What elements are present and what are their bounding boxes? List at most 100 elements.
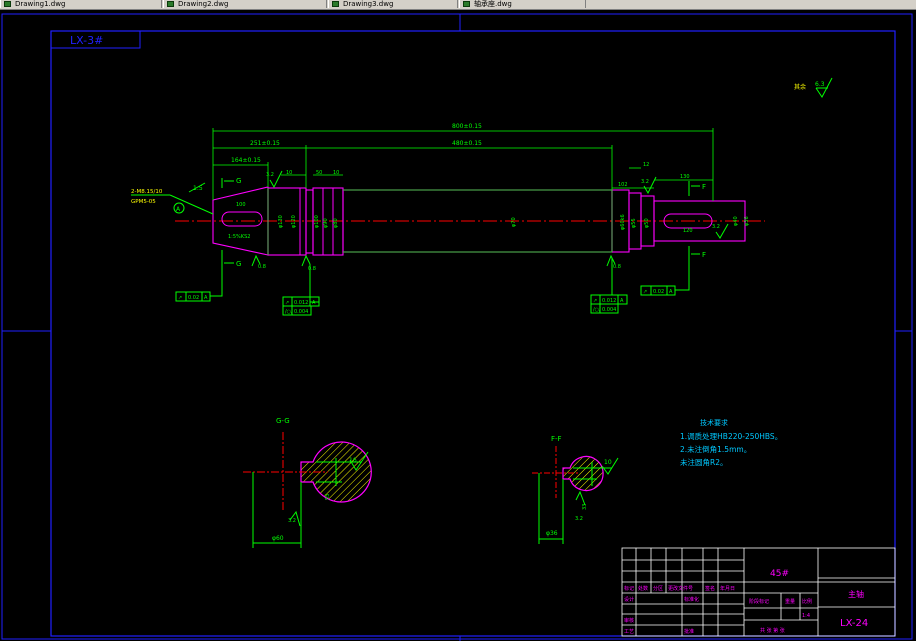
- row-label-count: 处数: [638, 585, 648, 592]
- dim-small-4: 12: [643, 162, 649, 168]
- dim-480: 480±0.15: [452, 140, 482, 147]
- taper-note: 1:5%KS2: [228, 234, 250, 240]
- svg-text:φ60k6: φ60k6: [620, 214, 626, 230]
- svg-text:0.8: 0.8: [258, 264, 266, 270]
- dwg-file-icon: [167, 1, 174, 7]
- svg-text:φ40: φ40: [733, 216, 739, 226]
- ff-roughness: 3.2: [575, 516, 583, 522]
- role-standard: 标准化: [684, 596, 699, 603]
- svg-text:0.8: 0.8: [308, 266, 316, 272]
- svg-text:3.2: 3.2: [712, 224, 720, 230]
- svg-text:3.2: 3.2: [641, 179, 649, 185]
- svg-text:0.012: 0.012: [602, 298, 616, 304]
- svg-text:0.012: 0.012: [294, 300, 308, 306]
- gdt-left-text: ↗ 0.02 A: [178, 295, 208, 301]
- keyway-length-2: 120: [683, 228, 693, 234]
- svg-text:其余: 其余: [794, 83, 806, 91]
- thread-note: 2-M8.15/10 GPM5-05 A 1:5: [131, 182, 214, 215]
- tech-req-title: 技术要求: [700, 418, 728, 427]
- svg-text:0.004: 0.004: [294, 309, 308, 315]
- tab-label: Drawing1.dwg: [15, 0, 66, 8]
- role-approve: 批准: [684, 628, 694, 635]
- section-g-top-label: G: [236, 177, 241, 185]
- drawing-code-text: LX-3#: [70, 34, 103, 47]
- gdt-far-right-text: ↗ 0.02 A: [643, 289, 673, 295]
- section-g-bottom-label: G: [236, 260, 241, 268]
- section-cut-f: [688, 181, 700, 256]
- svg-text:A: A: [312, 300, 316, 306]
- sheets-text: 共 张 第 张: [760, 627, 785, 634]
- tab-label: Drawing3.dwg: [343, 0, 394, 8]
- svg-text:↗: ↗: [285, 300, 289, 306]
- dim-small-5: 102: [618, 182, 628, 188]
- scale-label: 比例: [802, 598, 812, 605]
- material-text: 45#: [770, 569, 789, 579]
- gdt-frame-right: [590, 258, 628, 314]
- row-label-change-doc: 更改文件号: [668, 585, 693, 592]
- section-gg-title: G-G: [276, 417, 290, 425]
- ff-depth: 33: [582, 504, 588, 510]
- svg-text:φ80: φ80: [333, 218, 339, 228]
- document-tab-bar: Drawing1.dwg Drawing2.dwg Drawing3.dwg 轴…: [0, 0, 916, 10]
- tab-drawing3[interactable]: Drawing3.dwg: [328, 0, 458, 8]
- tech-req-line-2: 2.未注倒角1.5mm。: [680, 444, 751, 454]
- row-label-date: 年月日: [720, 585, 735, 592]
- part-name-text: 主轴: [848, 589, 864, 599]
- gg-diameter: φ60: [272, 535, 284, 542]
- taper-label: 1:5: [193, 185, 203, 192]
- gg-roughness: 3.2: [288, 518, 296, 524]
- drawing-canvas[interactable]: LX-3# 其余 6.3 800±0.15 251±0.15 164±0.15 …: [0, 10, 916, 641]
- svg-text:φ50: φ50: [644, 218, 650, 228]
- drawing-number-text: LX-24: [840, 618, 868, 629]
- gg-depth: 55: [325, 494, 331, 500]
- overall-length-dim: 800±0.15: [452, 123, 482, 130]
- svg-text:/○/: /○/: [593, 307, 601, 313]
- section-ff-title: F-F: [551, 435, 562, 443]
- section-f-top-label: F: [702, 183, 706, 191]
- gdt-left-datum: A: [204, 295, 208, 301]
- row-label-sign: 签名: [705, 585, 715, 592]
- dim-251: 251±0.15: [250, 140, 280, 147]
- dwg-file-icon: [4, 1, 11, 7]
- dim-small-6: 130: [680, 174, 690, 180]
- svg-text:φ70: φ70: [511, 217, 517, 227]
- section-f-bottom-label: F: [702, 251, 706, 259]
- row-label-mark: 标记: [624, 585, 634, 592]
- dwg-file-icon: [332, 1, 339, 7]
- tech-req-line-3: 未注圆角R2。: [680, 457, 727, 467]
- ff-keyway-width: 10: [604, 459, 612, 466]
- general-roughness-value: 6.3: [815, 81, 825, 88]
- svg-text:0.8: 0.8: [613, 264, 621, 270]
- dim-164: 164±0.15: [231, 157, 261, 164]
- dwg-file-icon: [463, 1, 470, 7]
- row-label-zone: 分区: [653, 585, 663, 592]
- section-gg-view: [243, 432, 372, 548]
- keyway-length-1: 100: [236, 202, 246, 208]
- thread-note-2: GPM5-05: [131, 199, 156, 205]
- role-design: 设计: [624, 596, 634, 603]
- gdt-frame-left: [175, 250, 223, 302]
- stage-label: 阶段标记: [749, 598, 769, 605]
- dim-small-2: 50: [316, 170, 322, 176]
- tech-req-line-1: 1.调质处理HB220-250HBS。: [680, 431, 782, 441]
- gdt-frame-far-right: [640, 256, 690, 296]
- svg-text:φ120: φ120: [291, 215, 297, 228]
- svg-text:↗: ↗: [643, 289, 647, 295]
- tab-drawing4[interactable]: 轴承座.dwg: [459, 0, 586, 8]
- svg-text:φ90: φ90: [323, 218, 329, 228]
- dim-small-1: 10: [286, 170, 292, 176]
- dim-small-3: 10: [333, 170, 339, 176]
- tab-label: 轴承座.dwg: [474, 0, 512, 8]
- role-check: 审核: [624, 617, 634, 624]
- svg-text:φ130: φ130: [278, 215, 284, 228]
- svg-text:φ55: φ55: [631, 218, 637, 228]
- svg-text:3.2: 3.2: [266, 172, 274, 178]
- ff-diameter: φ36: [546, 530, 558, 537]
- svg-text:/○/: /○/: [285, 309, 293, 315]
- general-roughness-symbol: 其余 6.3: [794, 77, 833, 98]
- role-process: 工艺: [624, 629, 634, 635]
- svg-text:↗: ↗: [593, 298, 597, 304]
- tab-drawing2[interactable]: Drawing2.dwg: [163, 0, 327, 8]
- weight-label: 重量: [785, 598, 795, 605]
- tab-drawing1[interactable]: Drawing1.dwg: [0, 0, 162, 8]
